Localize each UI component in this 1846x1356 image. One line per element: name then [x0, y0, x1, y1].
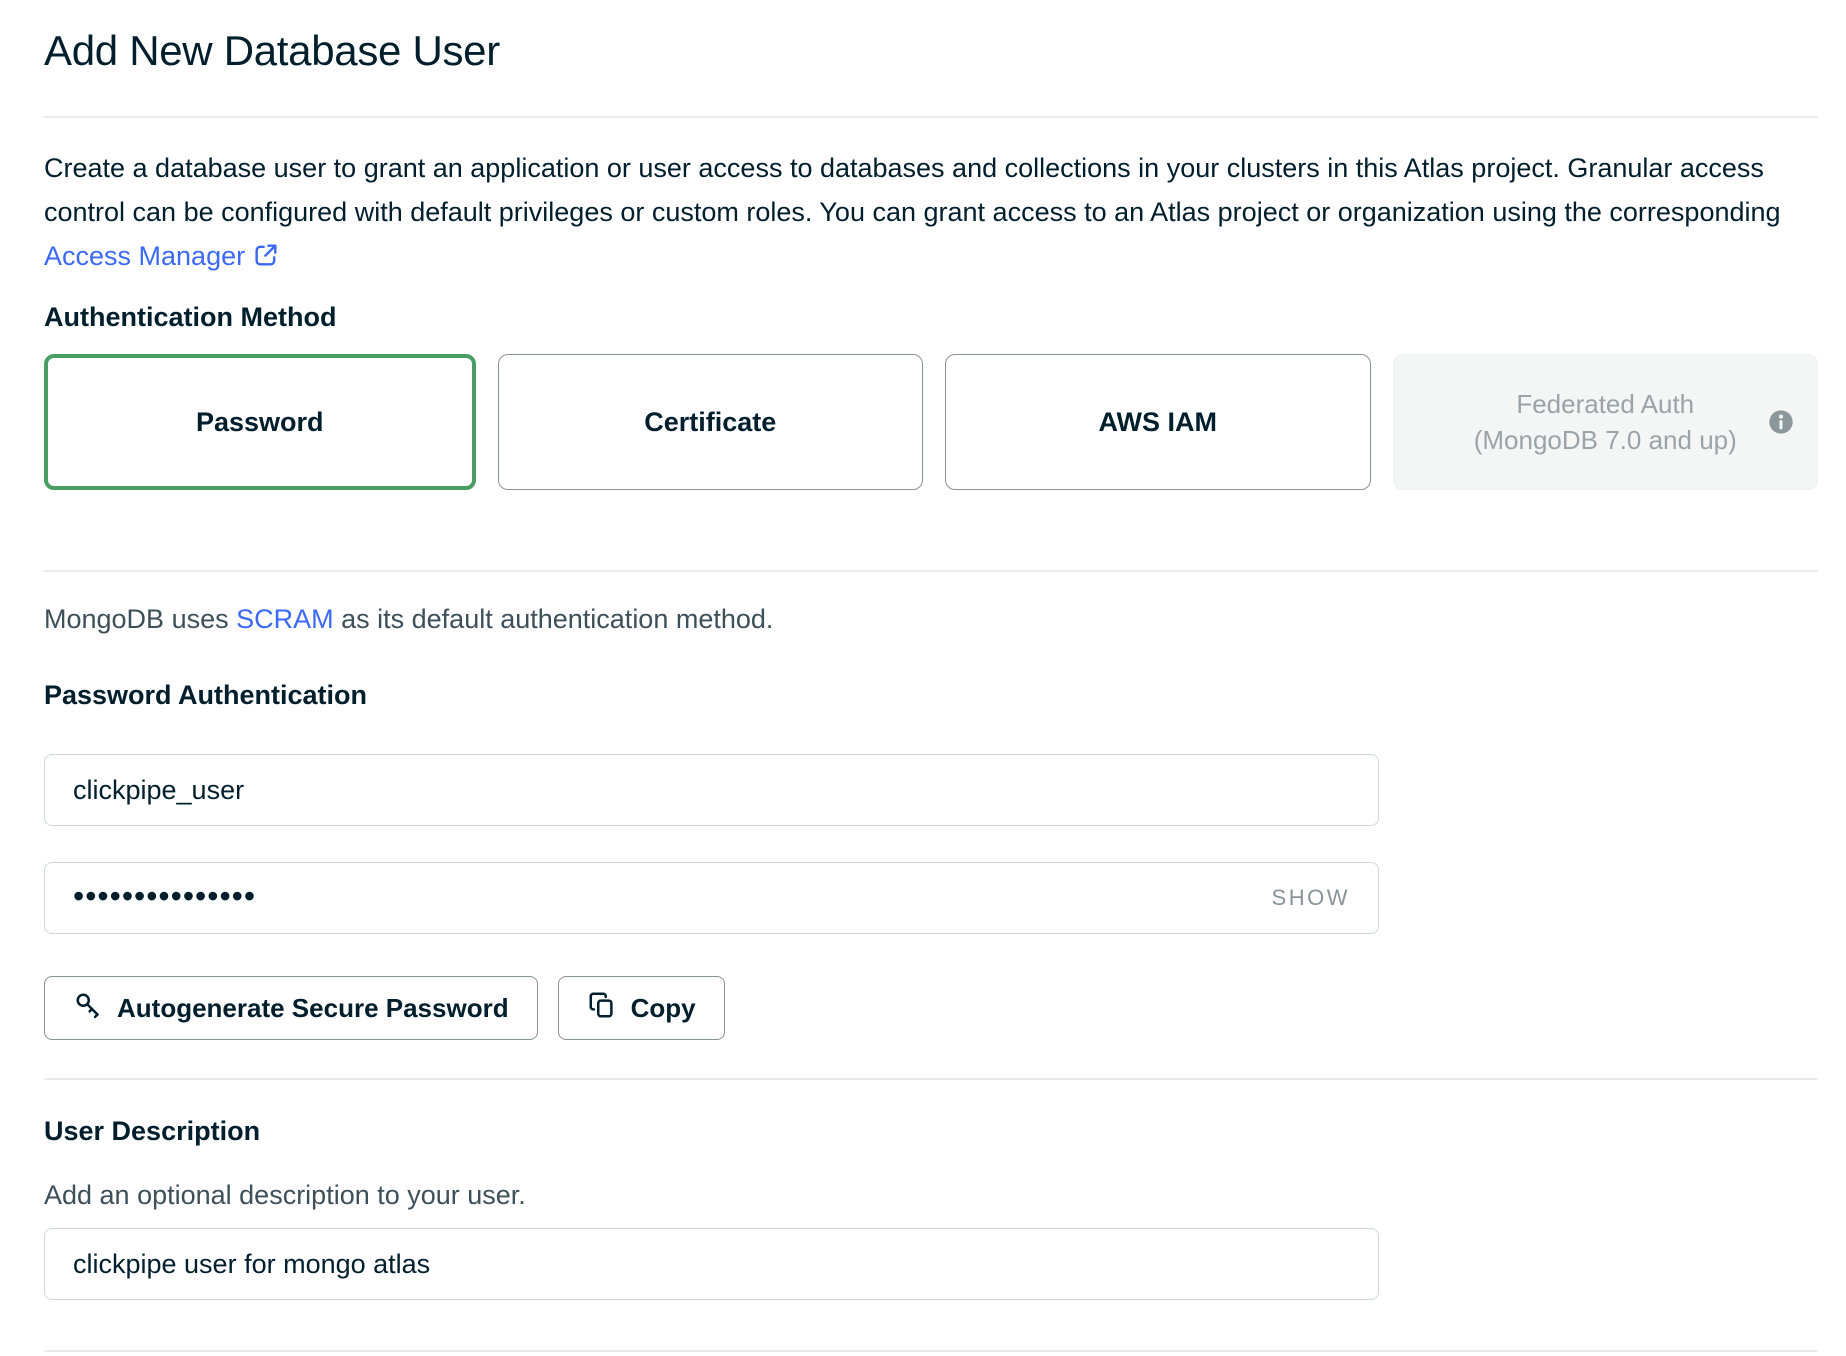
autogenerate-password-button[interactable]: Autogenerate Secure Password	[44, 976, 538, 1040]
auth-method-password[interactable]: Password	[44, 354, 476, 490]
user-description-input[interactable]	[44, 1228, 1379, 1300]
username-input[interactable]	[44, 754, 1379, 826]
key-icon	[73, 990, 103, 1027]
auth-method-aws-iam[interactable]: AWS IAM	[945, 354, 1371, 490]
intro-text: Create a database user to grant an appli…	[44, 146, 1789, 282]
password-authentication-label: Password Authentication	[44, 678, 1818, 712]
authentication-method-label: Authentication Method	[44, 300, 1818, 334]
info-icon[interactable]	[1767, 408, 1795, 436]
access-manager-link[interactable]: Access Manager	[44, 241, 245, 271]
add-database-user-page: Add New Database User Create a database …	[0, 26, 1846, 1352]
copy-button-label: Copy	[631, 993, 696, 1024]
autogenerate-password-label: Autogenerate Secure Password	[117, 993, 509, 1024]
user-description-label: User Description	[44, 1114, 1818, 1148]
scram-note: MongoDB uses SCRAM as its default authen…	[44, 602, 1818, 636]
external-link-icon[interactable]	[252, 238, 280, 282]
auth-method-group: Password Certificate AWS IAM Federated A…	[44, 354, 1818, 490]
copy-password-button[interactable]: Copy	[558, 976, 725, 1040]
show-password-button[interactable]: SHOW	[1272, 885, 1350, 911]
password-masked-value: •••••••••••••••	[73, 860, 256, 932]
page-title: Add New Database User	[44, 26, 1818, 76]
intro-text-body: Create a database user to grant an appli…	[44, 153, 1781, 227]
auth-method-aws-iam-label: AWS IAM	[1099, 407, 1218, 438]
auth-method-certificate-label: Certificate	[644, 407, 776, 438]
password-input[interactable]: ••••••••••••••• SHOW	[44, 862, 1379, 934]
user-description-hint: Add an optional description to your user…	[44, 1178, 1818, 1212]
auth-method-password-label: Password	[196, 407, 324, 438]
divider	[44, 1350, 1818, 1352]
divider	[44, 570, 1818, 572]
divider	[44, 1078, 1818, 1080]
auth-method-certificate[interactable]: Certificate	[498, 354, 924, 490]
password-actions: Autogenerate Secure Password Copy	[44, 976, 1818, 1040]
divider	[44, 116, 1818, 118]
copy-icon	[587, 990, 617, 1027]
auth-method-federated-auth: Federated Auth (MongoDB 7.0 and up)	[1393, 354, 1819, 490]
scram-link[interactable]: SCRAM	[236, 604, 334, 634]
auth-method-federated-label: Federated Auth (MongoDB 7.0 and up)	[1474, 386, 1737, 458]
